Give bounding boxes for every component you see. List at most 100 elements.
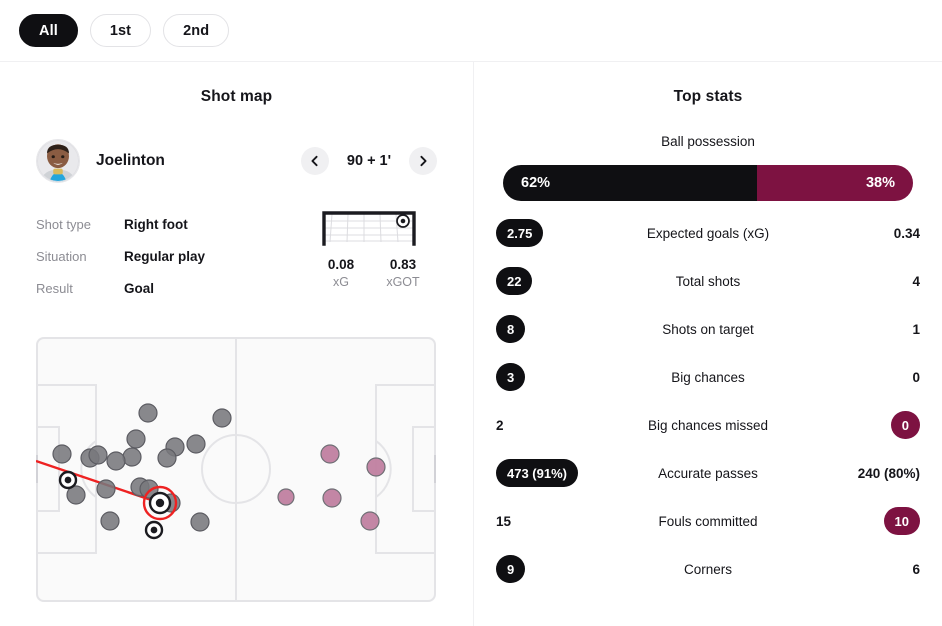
stat-row: 22 Total shots 4 [474, 257, 942, 305]
stat-away-side: 10 [816, 507, 920, 535]
period-filter-bar: All 1st 2nd [0, 0, 942, 62]
stat-away-side: 0.34 [816, 226, 920, 241]
away-shot-dot[interactable] [360, 511, 380, 531]
home-shot-dot[interactable] [122, 447, 142, 467]
stat-away-side: 4 [816, 274, 920, 289]
stat-row: 9 Corners 6 [474, 545, 942, 593]
goal-post-left [36, 455, 38, 483]
stat-away-value: 1 [912, 321, 920, 337]
chevron-right-icon[interactable] [409, 147, 437, 175]
home-shot-dot[interactable] [52, 444, 72, 464]
shot-type-label: Shot type [36, 216, 91, 232]
stat-away-value: 240 (80%) [857, 465, 920, 481]
xg-cell: 0.08 xG [310, 257, 372, 289]
away-shot-dot[interactable] [277, 488, 295, 506]
home-shot-dot[interactable] [186, 434, 206, 454]
xg-values: 0.08 xG 0.83 xGOT [310, 257, 448, 289]
home-shot-dot[interactable] [100, 511, 120, 531]
stat-away-value: 4 [912, 273, 920, 289]
football-centre [155, 498, 165, 508]
home-shot-dot[interactable] [212, 408, 232, 428]
filter-chip-1st[interactable]: 1st [89, 14, 152, 47]
stat-home-side: 22 [496, 267, 600, 295]
xgot-value: 0.83 [389, 257, 417, 272]
home-shot-dot[interactable] [126, 429, 146, 449]
stat-home-value: 2.75 [496, 219, 544, 247]
shot-map-panel: Shot map Joelinton 90 + 1' Shot type Rig… [0, 62, 473, 626]
stat-home-value: 9 [496, 555, 526, 583]
home-shot-dot[interactable] [157, 448, 177, 468]
xg-value: 0.08 [327, 257, 355, 272]
goal-frame-diagram: 0.08 xG 0.83 xGOT [310, 208, 448, 289]
stat-away-value: 0 [912, 369, 920, 385]
shot-navigation: 90 + 1' [301, 147, 437, 175]
stat-away-value: 6 [912, 561, 920, 577]
stat-away-value: 0.34 [893, 225, 920, 241]
result-value: Goal [124, 280, 155, 296]
stat-away-side: 6 [816, 562, 920, 577]
stat-row: 2.75 Expected goals (xG) 0.34 [474, 209, 942, 257]
avatar [36, 139, 80, 183]
shot-detail-row: Result Goal [36, 272, 296, 304]
stats-list: 2.75 Expected goals (xG) 0.34 22 Total shots… [474, 209, 942, 593]
stat-away-value: 10 [883, 507, 920, 535]
stat-home-side: 2 [496, 418, 600, 433]
stat-label: Big chances missed [647, 417, 769, 433]
stat-away-side: 0 [816, 411, 920, 439]
home-shot-dot[interactable] [106, 451, 126, 471]
player-name: Joelinton [96, 152, 165, 169]
filter-chip-all[interactable]: All [19, 14, 78, 47]
pitch-shot-map[interactable] [36, 337, 436, 602]
top-stats-title: Top stats [673, 88, 743, 105]
xg-key: xG [333, 275, 349, 289]
home-shot-dot[interactable] [138, 403, 158, 423]
stat-away-side: 1 [816, 322, 920, 337]
possession-label: Ball possession [661, 134, 755, 149]
home-shot-dot[interactable] [88, 445, 108, 465]
shot-detail: Shot type Right foot Situation Regular p… [36, 208, 446, 308]
away-shot-dot[interactable] [322, 488, 342, 508]
possession-bar: 62% 38% [503, 165, 913, 201]
stat-home-side: 2.75 [496, 219, 600, 247]
football-centre [150, 526, 158, 534]
shot-detail-table: Shot type Right foot Situation Regular p… [36, 208, 296, 304]
stat-label: Total shots [675, 273, 741, 289]
stat-home-value: 15 [496, 513, 512, 529]
chevron-left-icon[interactable] [301, 147, 329, 175]
goal-marker[interactable] [144, 520, 164, 540]
goal-marker[interactable] [58, 470, 78, 490]
away-shot-dot[interactable] [320, 444, 340, 464]
stat-home-value: 8 [496, 315, 526, 343]
stat-row: 473 (91%) Accurate passes 240 (80%) [474, 449, 942, 497]
shot-detail-row: Shot type Right foot [36, 208, 296, 240]
away-shot-dot[interactable] [366, 457, 386, 477]
stat-home-side: 15 [496, 514, 600, 529]
possession-away-value: 38% [757, 165, 913, 201]
stat-away-side: 240 (80%) [816, 466, 920, 481]
stat-home-value: 22 [496, 267, 533, 295]
situation-label: Situation [36, 248, 87, 264]
stat-away-side: 0 [816, 370, 920, 385]
shot-detail-row: Situation Regular play [36, 240, 296, 272]
stat-home-side: 9 [496, 555, 600, 583]
stat-away-value: 0 [890, 411, 920, 439]
goal-net-icon [320, 208, 418, 248]
stat-home-side: 473 (91%) [496, 459, 600, 487]
content-columns: Shot map Joelinton 90 + 1' Shot type Rig… [0, 62, 942, 626]
stat-row: 2 Big chances missed 0 [474, 401, 942, 449]
stat-home-value: 3 [496, 363, 526, 391]
shot-type-value: Right foot [124, 216, 188, 232]
home-shot-dot[interactable] [96, 479, 116, 499]
stat-row: 15 Fouls committed 10 [474, 497, 942, 545]
xgot-cell: 0.83 xGOT [372, 257, 434, 289]
home-shot-dot[interactable] [190, 512, 210, 532]
stat-home-side: 3 [496, 363, 600, 391]
stat-home-side: 8 [496, 315, 600, 343]
stat-label: Shots on target [662, 321, 754, 337]
shot-minute: 90 + 1' [346, 153, 392, 169]
stat-label: Expected goals (xG) [646, 225, 770, 241]
stat-row: 8 Shots on target 1 [474, 305, 942, 353]
top-stats-panel: Top stats Ball possession 62% 38% 2.75 Ex… [474, 62, 942, 626]
filter-chip-2nd[interactable]: 2nd [163, 14, 230, 47]
goal-post-right [434, 455, 436, 483]
